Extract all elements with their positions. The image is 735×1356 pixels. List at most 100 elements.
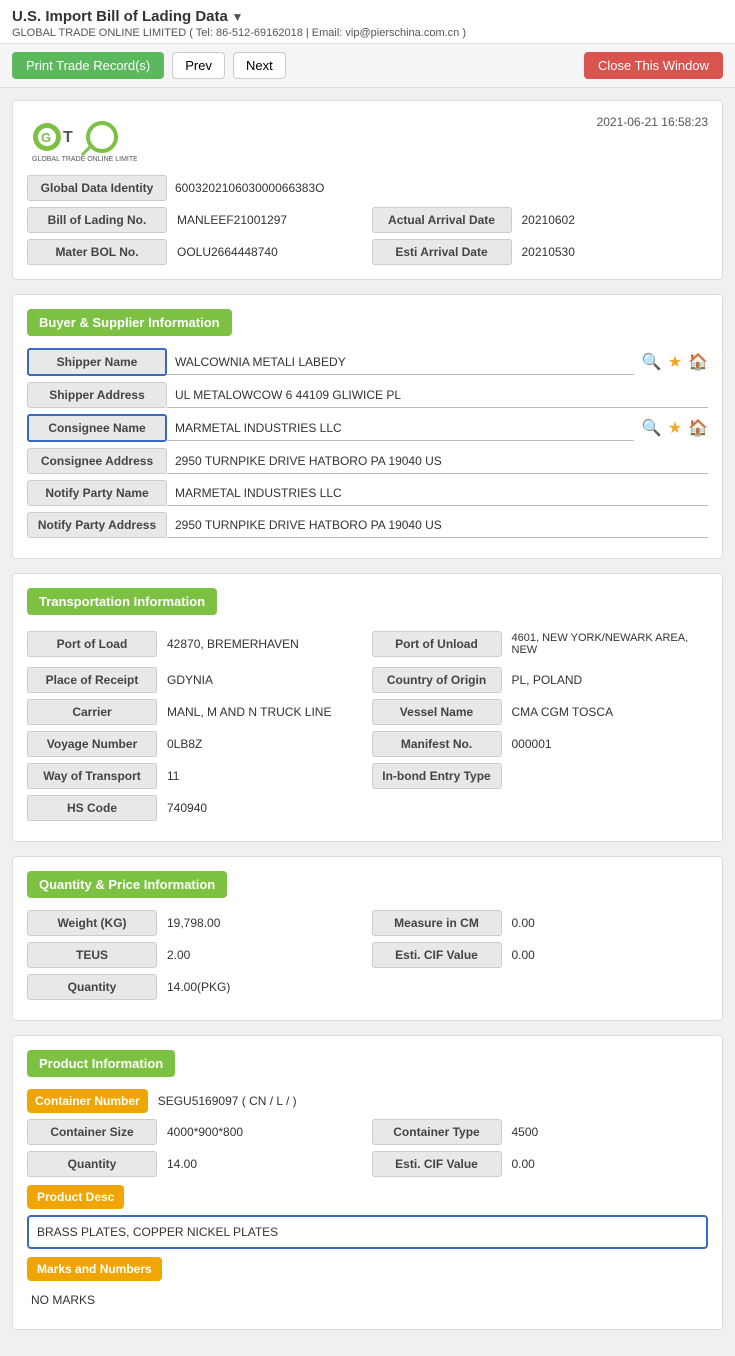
container-size-half: Container Size 4000*900*800 [27, 1119, 364, 1145]
container-size-label: Container Size [27, 1119, 157, 1145]
product-desc-value: BRASS PLATES, COPPER NICKEL PLATES [27, 1215, 708, 1249]
consignee-address-value: 2950 TURNPIKE DRIVE HATBORO PA 19040 US [167, 449, 708, 474]
consignee-star-icon[interactable]: ★ [668, 418, 682, 438]
quantity-label: Quantity [27, 974, 157, 1000]
mater-bol-row: Mater BOL No. OOLU2664448740 Esti Arriva… [27, 239, 708, 265]
port-of-load-half: Port of Load 42870, BREMERHAVEN [27, 627, 364, 661]
container-size-value: 4000*900*800 [157, 1120, 364, 1144]
in-bond-entry-type-value [502, 771, 709, 781]
container-number-value: SEGU5169097 ( CN / L / ) [148, 1089, 708, 1113]
buyer-supplier-card: Buyer & Supplier Information Shipper Nam… [12, 294, 723, 559]
quantity-price-card: Quantity & Price Information Weight (KG)… [12, 856, 723, 1021]
container-size-type-row: Container Size 4000*900*800 Container Ty… [27, 1119, 708, 1145]
star-icon[interactable]: ★ [668, 352, 682, 372]
weight-kg-label: Weight (KG) [27, 910, 157, 936]
bill-of-lading-value: MANLEEF21001297 [167, 208, 364, 232]
product-quantity-half: Quantity 14.00 [27, 1151, 364, 1177]
weight-measure-row: Weight (KG) 19,798.00 Measure in CM 0.00 [27, 910, 708, 936]
quantity-price-section-header: Quantity & Price Information [27, 871, 227, 898]
dropdown-arrow-icon[interactable]: ▼ [231, 10, 243, 24]
page-title: U.S. Import Bill of Lading Data [12, 8, 228, 25]
hs-code-label: HS Code [27, 795, 157, 821]
way-of-transport-half: Way of Transport 11 [27, 763, 364, 789]
esti-cif-value-label: Esti. CIF Value [372, 942, 502, 968]
content: G T GLOBAL TRADE ONLINE LIMITED 2021-06-… [0, 88, 735, 1356]
actual-arrival-date-value: 20210602 [512, 208, 709, 232]
svg-text:G: G [41, 130, 51, 145]
timestamp: 2021-06-21 16:58:23 [597, 115, 708, 129]
svg-text:GLOBAL TRADE ONLINE LIMITED: GLOBAL TRADE ONLINE LIMITED [32, 156, 137, 163]
esti-cif-half: Esti. CIF Value 0.00 [372, 942, 709, 968]
close-button[interactable]: Close This Window [584, 52, 723, 79]
manifest-no-label: Manifest No. [372, 731, 502, 757]
country-of-origin-half: Country of Origin PL, POLAND [372, 667, 709, 693]
home-icon[interactable]: 🏠 [688, 352, 708, 372]
product-quantity-cif-row: Quantity 14.00 Esti. CIF Value 0.00 [27, 1151, 708, 1177]
place-of-receipt-half: Place of Receipt GDYNIA [27, 667, 364, 693]
way-of-transport-value: 11 [157, 764, 364, 788]
in-bond-entry-type-label: In-bond Entry Type [372, 763, 502, 789]
carrier-vessel-row: Carrier MANL, M AND N TRUCK LINE Vessel … [27, 699, 708, 725]
consignee-home-icon[interactable]: 🏠 [688, 418, 708, 438]
consignee-name-value: MARMETAL INDUSTRIES LLC [167, 416, 634, 441]
product-esti-cif-label: Esti. CIF Value [372, 1151, 502, 1177]
carrier-half: Carrier MANL, M AND N TRUCK LINE [27, 699, 364, 725]
global-data-identity-row: Global Data Identity 6003202106030000663… [27, 175, 708, 201]
quantity-row: Quantity 14.00(PKG) [27, 974, 708, 1000]
country-of-origin-value: PL, POLAND [502, 668, 709, 692]
shipper-address-row: Shipper Address UL METALOWCOW 6 44109 GL… [27, 382, 708, 408]
actual-arrival-date-label: Actual Arrival Date [372, 207, 512, 233]
notify-party-name-row: Notify Party Name MARMETAL INDUSTRIES LL… [27, 480, 708, 506]
notify-party-name-value: MARMETAL INDUSTRIES LLC [167, 481, 708, 506]
consignee-name-row: Consignee Name MARMETAL INDUSTRIES LLC 🔍… [27, 414, 708, 442]
bol-half: Bill of Lading No. MANLEEF21001297 [27, 207, 364, 233]
gto-logo: G T GLOBAL TRADE ONLINE LIMITED [27, 115, 137, 165]
product-esti-cif-half: Esti. CIF Value 0.00 [372, 1151, 709, 1177]
carrier-value: MANL, M AND N TRUCK LINE [157, 700, 364, 724]
consignee-icons: 🔍 ★ 🏠 [642, 418, 708, 438]
vessel-name-label: Vessel Name [372, 699, 502, 725]
buyer-supplier-section-header: Buyer & Supplier Information [27, 309, 232, 336]
teus-half: TEUS 2.00 [27, 942, 364, 968]
product-desc-section: Product Desc BRASS PLATES, COPPER NICKEL… [27, 1185, 708, 1249]
port-of-unload-half: Port of Unload 4601, NEW YORK/NEWARK ARE… [372, 627, 709, 661]
manifest-no-value: 000001 [502, 732, 709, 756]
port-of-unload-label: Port of Unload [372, 631, 502, 657]
print-button[interactable]: Print Trade Record(s) [12, 52, 164, 79]
search-icon[interactable]: 🔍 [642, 352, 662, 372]
shipper-name-value: WALCOWNIA METALI LABEDY [167, 350, 634, 375]
measure-cm-half: Measure in CM 0.00 [372, 910, 709, 936]
port-load-unload-row: Port of Load 42870, BREMERHAVEN Port of … [27, 627, 708, 661]
manifest-no-half: Manifest No. 000001 [372, 731, 709, 757]
teus-cif-row: TEUS 2.00 Esti. CIF Value 0.00 [27, 942, 708, 968]
port-of-load-value: 42870, BREMERHAVEN [157, 632, 364, 656]
notify-party-address-row: Notify Party Address 2950 TURNPIKE DRIVE… [27, 512, 708, 538]
next-button[interactable]: Next [233, 52, 286, 79]
bill-of-lading-label: Bill of Lading No. [27, 207, 167, 233]
mater-bol-half: Mater BOL No. OOLU2664448740 [27, 239, 364, 265]
top-bar: U.S. Import Bill of Lading Data ▼ GLOBAL… [0, 0, 735, 44]
place-receipt-country-row: Place of Receipt GDYNIA Country of Origi… [27, 667, 708, 693]
subtitle: GLOBAL TRADE ONLINE LIMITED ( Tel: 86-51… [12, 27, 723, 39]
prev-button[interactable]: Prev [172, 52, 225, 79]
notify-party-name-label: Notify Party Name [27, 480, 167, 506]
vessel-name-half: Vessel Name CMA CGM TOSCA [372, 699, 709, 725]
esti-arrival-half: Esti Arrival Date 20210530 [372, 239, 709, 265]
global-data-identity-label: Global Data Identity [27, 175, 167, 201]
vessel-name-value: CMA CGM TOSCA [502, 700, 709, 724]
mater-bol-label: Mater BOL No. [27, 239, 167, 265]
measure-in-cm-value: 0.00 [502, 911, 709, 935]
teus-value: 2.00 [157, 943, 364, 967]
esti-arrival-date-label: Esti Arrival Date [372, 239, 512, 265]
transportation-section-header: Transportation Information [27, 588, 217, 615]
product-esti-cif-value: 0.00 [502, 1152, 709, 1176]
measure-in-cm-label: Measure in CM [372, 910, 502, 936]
transportation-card: Transportation Information Port of Load … [12, 573, 723, 842]
carrier-label: Carrier [27, 699, 157, 725]
shipper-name-label: Shipper Name [27, 348, 167, 376]
hs-code-value: 740940 [157, 796, 708, 820]
consignee-search-icon[interactable]: 🔍 [642, 418, 662, 438]
transport-inbond-row: Way of Transport 11 In-bond Entry Type [27, 763, 708, 789]
container-type-half: Container Type 4500 [372, 1119, 709, 1145]
voyage-number-value: 0LB8Z [157, 732, 364, 756]
